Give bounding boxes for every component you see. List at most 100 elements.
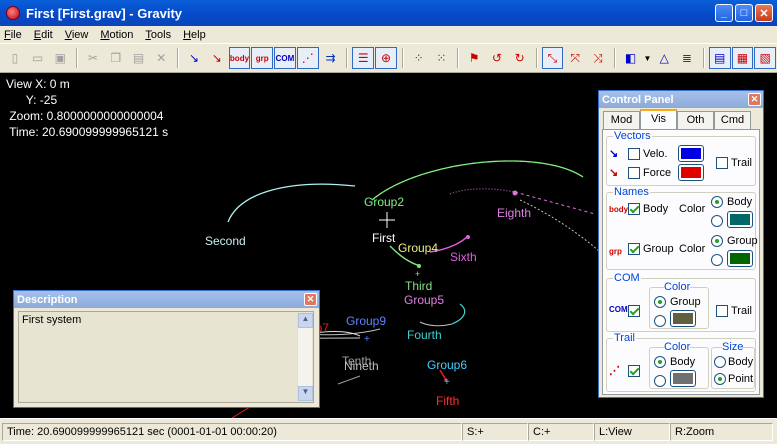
- rotate-left-icon[interactable]: ↺: [486, 47, 508, 69]
- rotate-right-icon[interactable]: ↻: [509, 47, 531, 69]
- paste-icon[interactable]: ▤: [128, 47, 150, 69]
- body-label-second[interactable]: Second: [205, 234, 246, 248]
- control-panel: Control Panel ✕ Mod Vis Oth Cmd Vectors …: [598, 90, 764, 398]
- dropdown-arrow-icon[interactable]: ▼: [642, 47, 652, 69]
- menu-help[interactable]: Help: [183, 29, 206, 41]
- new-file-icon[interactable]: ▯: [4, 47, 26, 69]
- force-checkbox[interactable]: [628, 167, 640, 179]
- description-titlebar[interactable]: Description ✕: [14, 291, 319, 308]
- com-checkbox[interactable]: [628, 305, 640, 317]
- names-group-color-button[interactable]: [727, 250, 753, 267]
- names-group-radio[interactable]: [711, 235, 723, 247]
- group-label-group5[interactable]: Group5: [404, 293, 444, 307]
- group-names-color-label: Color: [679, 243, 706, 255]
- trail-color-radio[interactable]: [654, 375, 666, 387]
- body-label-third[interactable]: Third: [405, 279, 432, 293]
- group-names-button[interactable]: grp: [251, 47, 274, 69]
- names-body-radio[interactable]: [711, 196, 723, 208]
- velocity-color-button[interactable]: [678, 145, 704, 162]
- trail-body-radio[interactable]: [654, 356, 666, 368]
- trail-button[interactable]: ⋰: [296, 47, 319, 69]
- menu-tools[interactable]: Tools: [145, 29, 171, 41]
- view-3-icon[interactable]: ⤨: [587, 47, 609, 69]
- com-color-button[interactable]: [670, 310, 696, 327]
- group-label-group4[interactable]: Group4: [398, 241, 438, 255]
- force-color-button[interactable]: [678, 164, 704, 181]
- group-names-checkbox[interactable]: [628, 243, 640, 255]
- fast-forward-icon[interactable]: ⇉: [320, 47, 342, 69]
- maximize-button[interactable]: □: [735, 4, 753, 22]
- names-body-color-radio[interactable]: [711, 215, 723, 227]
- scroll-up-icon[interactable]: ▲: [298, 313, 313, 328]
- view-1-icon[interactable]: ⤡: [541, 47, 564, 69]
- view-2-icon[interactable]: ⤧: [564, 47, 586, 69]
- open-folder-icon[interactable]: ▭: [27, 47, 49, 69]
- body-label-eighth[interactable]: Eighth: [497, 206, 531, 220]
- copy-icon[interactable]: ❐: [105, 47, 127, 69]
- com-color-title: Color: [664, 281, 691, 293]
- scroll-down-icon[interactable]: ▼: [298, 386, 313, 401]
- group-label-group6[interactable]: Group6: [427, 358, 467, 372]
- trail-color-button[interactable]: [670, 370, 696, 387]
- com-button[interactable]: COM: [274, 47, 296, 69]
- body-label-first[interactable]: First: [372, 231, 395, 245]
- menu-file[interactable]: File: [4, 29, 22, 41]
- menu-view[interactable]: View: [65, 29, 89, 41]
- target-icon[interactable]: ⊕: [375, 47, 397, 69]
- velocity-vectors-icon[interactable]: ↘: [183, 47, 205, 69]
- warning-icon[interactable]: △: [653, 47, 675, 69]
- tab-cmd[interactable]: Cmd: [714, 111, 751, 129]
- trail-size-body-radio[interactable]: [714, 356, 726, 368]
- group-label-group9[interactable]: Group9: [346, 314, 386, 328]
- vectors-trail-checkbox[interactable]: [716, 157, 728, 169]
- com-color-radio[interactable]: [654, 315, 666, 327]
- menu-edit[interactable]: Edit: [34, 29, 53, 41]
- body-names-button[interactable]: body: [228, 47, 251, 69]
- body-label-fourth[interactable]: Fourth: [407, 328, 442, 342]
- window-1-icon[interactable]: ▤: [708, 47, 731, 69]
- force-vectors-icon[interactable]: ↘: [206, 47, 228, 69]
- view-info: View X: 0 m Y: -25 Zoom: 0.8000000000000…: [6, 76, 168, 140]
- velocity-checkbox[interactable]: [628, 148, 640, 160]
- body-label-sixth[interactable]: Sixth: [450, 250, 477, 264]
- save-icon[interactable]: ▣: [49, 47, 71, 69]
- close-button[interactable]: ✕: [755, 4, 773, 22]
- names-group-color-radio[interactable]: [711, 254, 723, 266]
- trail-checkbox[interactable]: [628, 365, 640, 377]
- body-names-label: Body: [643, 203, 669, 215]
- window-2-icon[interactable]: ▦: [731, 47, 754, 69]
- names-group: Names body Body Color Body grp Group Col…: [606, 186, 758, 270]
- minimize-button[interactable]: _: [715, 4, 733, 22]
- window-title: First [First.grav] - Gravity: [26, 5, 183, 21]
- cut-icon[interactable]: ✂: [82, 47, 104, 69]
- tab-mod[interactable]: Mod: [603, 111, 640, 129]
- menu-bar: File Edit View Motion Tools Help: [0, 26, 777, 43]
- control-panel-close-button[interactable]: ✕: [748, 93, 761, 106]
- description-scrollbar[interactable]: ▲ ▼: [297, 313, 313, 401]
- menu-motion[interactable]: Motion: [100, 29, 133, 41]
- align-left-icon[interactable]: ☰: [352, 47, 375, 69]
- names-body-color-button[interactable]: [727, 211, 753, 228]
- group-label-group2[interactable]: Group2: [364, 195, 404, 209]
- body-label-fifth[interactable]: Fifth: [436, 394, 459, 408]
- body-label-nineth[interactable]: Nineth: [344, 359, 379, 373]
- description-close-button[interactable]: ✕: [304, 293, 317, 306]
- delete-icon[interactable]: ✕: [150, 47, 172, 69]
- com-trail-checkbox[interactable]: [716, 305, 728, 317]
- color-picker-icon[interactable]: ◧: [620, 47, 642, 69]
- trail-size-point-radio[interactable]: [714, 373, 726, 385]
- list-icon[interactable]: ≣: [676, 47, 698, 69]
- tab-oth[interactable]: Oth: [677, 111, 714, 129]
- center-icon[interactable]: ⚑: [463, 47, 485, 69]
- tab-vis[interactable]: Vis: [640, 109, 677, 129]
- description-textarea[interactable]: First system ▲ ▼: [18, 311, 314, 403]
- window-3-icon[interactable]: ▧: [754, 47, 777, 69]
- app-icon[interactable]: [6, 6, 20, 20]
- body-names-checkbox[interactable]: [628, 203, 640, 215]
- scatter-icon[interactable]: ⁘: [408, 47, 430, 69]
- com-group-radio-label: Group: [670, 296, 701, 308]
- status-bar: Time: 20.690099999965121 sec (0001-01-01…: [0, 418, 777, 444]
- control-panel-titlebar[interactable]: Control Panel ✕: [599, 91, 763, 108]
- scatter-zoom-icon[interactable]: ⁙: [431, 47, 453, 69]
- com-group-radio[interactable]: [654, 296, 666, 308]
